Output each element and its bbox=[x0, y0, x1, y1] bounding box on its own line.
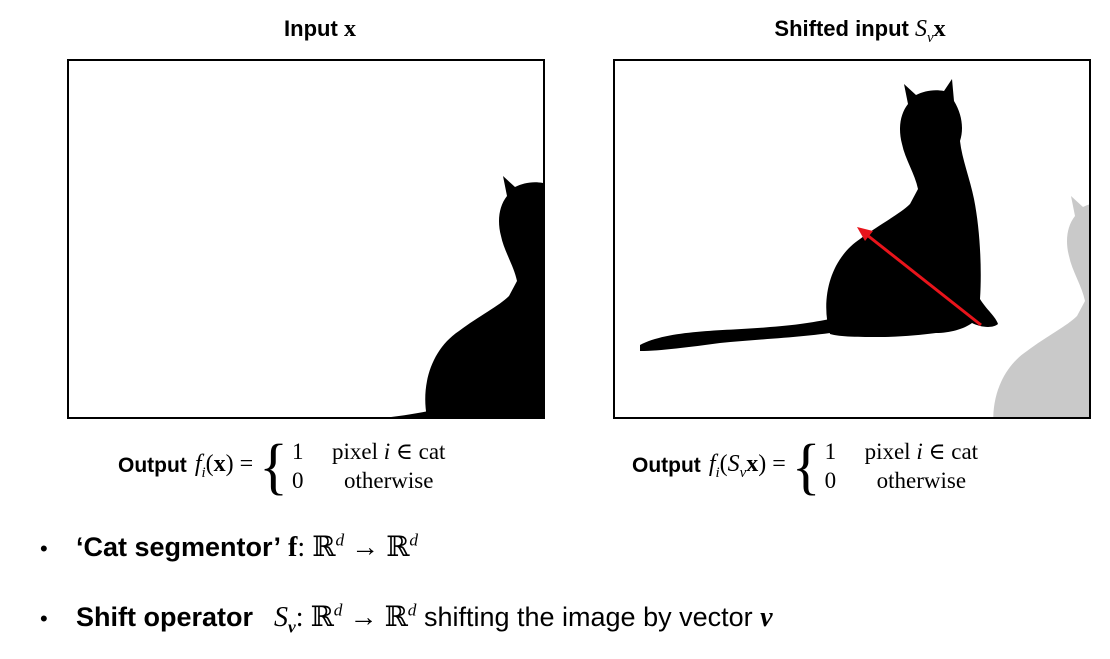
input-image bbox=[239, 171, 543, 417]
shifted-title-text: Shifted input bbox=[774, 16, 909, 41]
shifted-title-op: S bbox=[914, 16, 927, 42]
case1-condition: pixel i ∈ cat bbox=[331, 439, 446, 464]
case1-condition: pixel i ∈ cat bbox=[864, 439, 979, 464]
formula-sub: i bbox=[715, 464, 720, 481]
formula-arg-op: S bbox=[727, 450, 740, 477]
bullet-vector: v bbox=[760, 602, 773, 633]
shifted-title-sub: v bbox=[926, 29, 934, 46]
case1-value: 1 bbox=[291, 439, 304, 464]
shifted-title-symbol: x bbox=[933, 16, 946, 42]
bullet-shift-operator: • Shift operator Sv: ℝd → ℝd shifting th… bbox=[40, 600, 773, 637]
bullet-dot-icon: • bbox=[40, 536, 48, 561]
formula-arg: x bbox=[213, 450, 226, 477]
input-output-label: Output bbox=[118, 454, 187, 477]
shifted-input-title: Shifted input Svx bbox=[690, 16, 1030, 47]
cases-block: 1 pixel i ∈ cat 0 otherwise bbox=[825, 438, 978, 494]
shifted-image bbox=[640, 79, 1089, 417]
case2-condition: otherwise bbox=[344, 468, 434, 493]
cat-silhouette bbox=[239, 171, 543, 417]
shifted-output-formula: Output fi(Svx) = { 1 pixel i ∈ cat 0 oth… bbox=[632, 431, 979, 501]
case2-condition: otherwise bbox=[876, 468, 967, 493]
input-title: Input x bbox=[200, 16, 440, 43]
cases-brace: { bbox=[259, 431, 288, 501]
cases-brace: { bbox=[791, 431, 821, 501]
formula-sub: i bbox=[201, 464, 206, 481]
bullet-rest-text: shifting the image by vector bbox=[416, 602, 761, 632]
input-output-formula: Output fi(x) = { 1 pixel i ∈ cat 0 other… bbox=[118, 431, 446, 501]
bullet-dot-icon: • bbox=[40, 606, 48, 631]
input-title-text: Input bbox=[284, 16, 338, 41]
case1-value: 1 bbox=[824, 439, 837, 464]
cases-block: 1 pixel i ∈ cat 0 otherwise bbox=[292, 438, 445, 494]
bullet-bold-text: Shift operator bbox=[76, 602, 254, 632]
shifted-image-panel bbox=[613, 59, 1091, 419]
bullet-symbol: f bbox=[288, 532, 298, 563]
case2-value: 0 bbox=[824, 468, 837, 493]
bullet-op: S bbox=[274, 602, 289, 633]
input-image-panel bbox=[67, 59, 545, 419]
shifted-cat-silhouette bbox=[640, 79, 998, 351]
bullet-cat-segmentor: • ‘Cat segmentor’ f: ℝd → ℝd bbox=[40, 530, 419, 563]
input-title-symbol: x bbox=[343, 16, 356, 42]
bullet-bold-text: ‘Cat segmentor’ bbox=[76, 532, 282, 562]
shifted-output-label: Output bbox=[632, 454, 701, 477]
case2-value: 0 bbox=[291, 468, 304, 493]
